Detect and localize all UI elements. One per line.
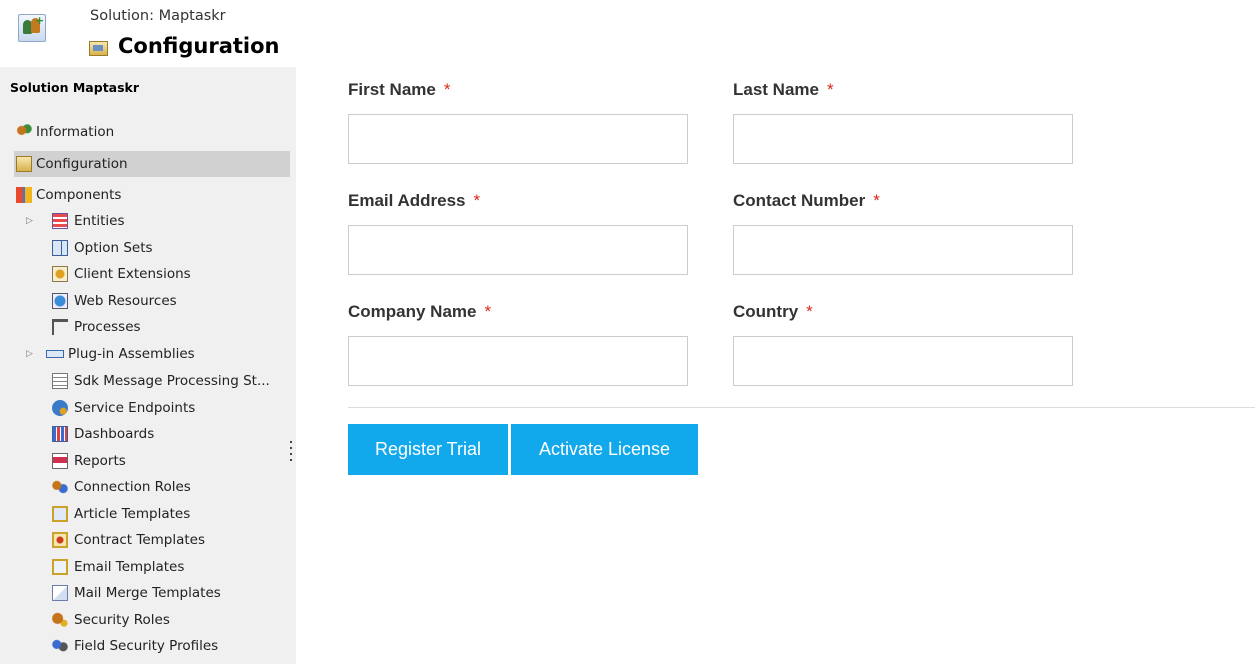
sidebar-item-service-endpoints[interactable]: Service Endpoints (52, 395, 290, 421)
sidebar-item-web-resources[interactable]: Web Resources (52, 288, 290, 314)
sidebar-item-information[interactable]: Information (14, 119, 290, 145)
activate-license-button[interactable]: Activate License (511, 424, 698, 475)
email-address-label: Email Address * (348, 191, 481, 210)
sidebar-item-sdk-message-processing[interactable]: Sdk Message Processing St... (52, 368, 290, 394)
email-templates-icon (52, 559, 68, 575)
last-name-label: Last Name * (733, 80, 834, 99)
country-input[interactable] (733, 336, 1073, 386)
sidebar-item-processes[interactable]: Processes (52, 314, 290, 340)
article-templates-icon (52, 506, 68, 522)
page-title: Configuration (118, 34, 280, 58)
country-label: Country * (733, 302, 813, 321)
sidebar-item-security-roles[interactable]: Security Roles (52, 607, 290, 633)
expand-icon[interactable]: ▷ (26, 208, 33, 234)
service-endpoints-icon (52, 400, 68, 416)
sidebar: Solution Maptaskr Information Configurat… (0, 67, 296, 664)
option-sets-icon (52, 240, 68, 256)
web-resources-icon (52, 293, 68, 309)
contract-templates-icon (52, 532, 68, 548)
solution-app-icon: + (18, 14, 46, 42)
sidebar-item-plugin-assemblies[interactable]: ▷ Plug-in Assemblies (22, 341, 290, 367)
connection-roles-icon (52, 479, 68, 495)
entities-icon (52, 213, 68, 229)
sidebar-item-dashboards[interactable]: Dashboards (52, 421, 290, 447)
field-security-profiles-icon (52, 638, 68, 654)
first-name-input[interactable] (348, 114, 688, 164)
configuration-icon (89, 41, 108, 56)
sidebar-item-client-extensions[interactable]: Client Extensions (52, 261, 290, 287)
sidebar-item-mail-merge-templates[interactable]: Mail Merge Templates (52, 580, 290, 606)
sidebar-item-reports[interactable]: Reports (52, 448, 290, 474)
contact-number-input[interactable] (733, 225, 1073, 275)
solution-label: Solution: Maptaskr (90, 8, 226, 24)
sidebar-item-contract-templates[interactable]: Contract Templates (52, 527, 290, 553)
sidebar-item-entities[interactable]: ▷ Entities (22, 208, 290, 234)
contact-number-label: Contact Number * (733, 191, 880, 210)
sidebar-item-article-templates[interactable]: Article Templates (52, 501, 290, 527)
form-divider (348, 407, 1255, 408)
client-extensions-icon (52, 266, 68, 282)
company-name-input[interactable] (348, 336, 688, 386)
configuration-icon (16, 156, 32, 172)
sidebar-item-field-security-profiles[interactable]: Field Security Profiles (52, 633, 290, 659)
security-roles-icon (52, 612, 68, 628)
expand-icon[interactable]: ▷ (26, 341, 33, 367)
last-name-input[interactable] (733, 114, 1073, 164)
sidebar-item-email-templates[interactable]: Email Templates (52, 554, 290, 580)
sidebar-item-connection-roles[interactable]: Connection Roles (52, 474, 290, 500)
sdk-message-icon (52, 373, 68, 389)
mail-merge-templates-icon (52, 585, 68, 601)
dashboards-icon (52, 426, 68, 442)
first-name-label: First Name * (348, 80, 451, 99)
sidebar-resize-handle[interactable] (289, 441, 293, 467)
sidebar-item-configuration[interactable]: Configuration (14, 151, 290, 177)
register-trial-button[interactable]: Register Trial (348, 424, 508, 475)
plugin-assemblies-icon (46, 350, 64, 358)
sidebar-item-option-sets[interactable]: Option Sets (52, 235, 290, 261)
components-icon (16, 187, 32, 203)
email-address-input[interactable] (348, 225, 688, 275)
company-name-label: Company Name * (348, 302, 492, 321)
reports-icon (52, 453, 68, 469)
sidebar-item-components[interactable]: Components (14, 182, 290, 208)
sidebar-heading: Solution Maptaskr (10, 80, 140, 95)
processes-icon (52, 319, 68, 335)
information-icon (16, 124, 32, 140)
